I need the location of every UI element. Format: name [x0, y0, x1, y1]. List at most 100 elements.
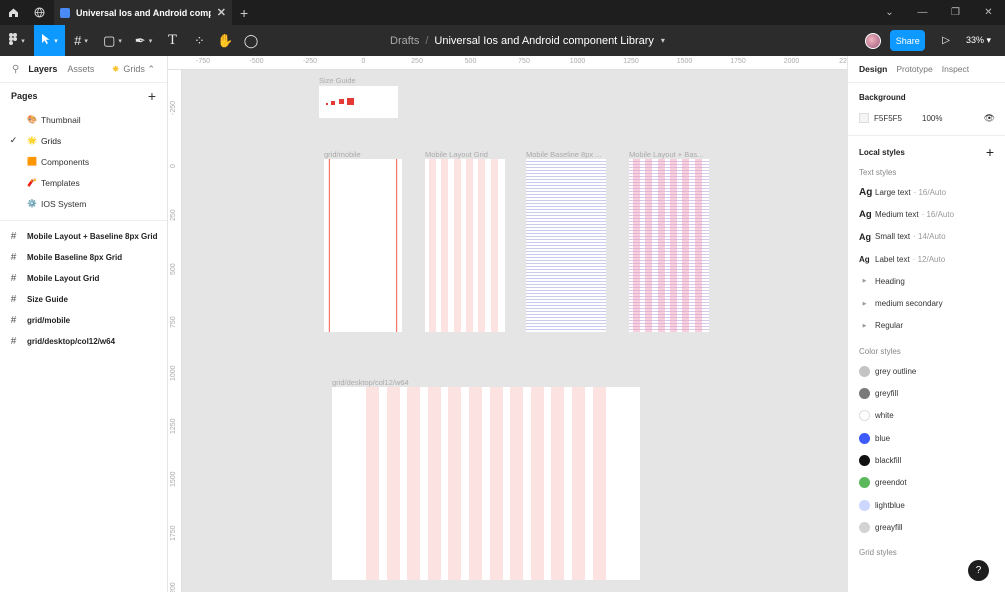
color-style-item[interactable]: lightblue [848, 494, 1005, 516]
current-page-selector[interactable]: ✸ Grids ⌃ [112, 64, 155, 75]
text-style-item[interactable]: Ag Large text · 16/Auto [848, 181, 1005, 203]
frame-mobile-layout-baseline[interactable] [629, 159, 709, 332]
text-style-group[interactable]: ▶ medium secondary [848, 292, 1005, 314]
color-style-item[interactable]: greayfill [848, 516, 1005, 538]
page-item[interactable]: 🟧 Components [0, 151, 167, 172]
resources-button[interactable]: ⁘ [186, 25, 213, 56]
color-swatch [859, 432, 870, 444]
frame-label-grid-mobile[interactable]: grid/mobile [324, 150, 361, 159]
frame-grid-desktop[interactable] [332, 387, 640, 580]
close-tab-icon[interactable]: ✕ [217, 6, 226, 19]
globe-icon[interactable] [26, 0, 52, 25]
frame-icon: # [74, 33, 82, 48]
new-tab-button[interactable]: + [240, 5, 248, 21]
pen-tool-button[interactable]: ✒ ▾ [128, 25, 159, 56]
window-controls: ⌄ — ❐ ✕ [873, 0, 1005, 25]
tab-title: Universal Ios and Android component L [76, 7, 211, 18]
figma-logo-icon [9, 33, 18, 48]
main-menu-button[interactable]: ▾ [0, 25, 34, 56]
layer-item[interactable]: # Size Guide [0, 289, 167, 310]
canvas[interactable]: -750 -500 -250 0 250 500 750 1000 1250 1500 1750 20… [168, 56, 847, 592]
hand-tool-button[interactable]: ✋ [213, 25, 238, 56]
tab-prototype[interactable]: Prototype [896, 64, 932, 74]
help-button[interactable]: ? [968, 560, 989, 581]
grid-column [366, 387, 379, 580]
file-name[interactable]: Universal Ios and Android component Libr… [434, 35, 654, 47]
frame-grid-mobile[interactable] [324, 159, 402, 332]
text-style-item[interactable]: Ag Label text · 12/Auto [848, 248, 1005, 270]
background-row[interactable]: F5F5F5 100% 👁 [848, 107, 1005, 129]
text-style-group[interactable]: ▶ Regular [848, 315, 1005, 337]
ruler-tick-label: 1500 [170, 471, 177, 488]
tab-inspect[interactable]: Inspect [942, 64, 969, 74]
layer-item[interactable]: # grid/desktop/col12/w64 [0, 331, 167, 352]
right-panel-tabs: Design Prototype Inspect [848, 56, 1005, 83]
color-style-item[interactable]: blackfill [848, 449, 1005, 471]
frame-mobile-baseline[interactable] [526, 159, 606, 332]
frame-size-guide[interactable] [319, 86, 398, 118]
frame-mobile-layout-grid[interactable] [425, 159, 505, 332]
zoom-level[interactable]: 33% ▾ [966, 35, 991, 46]
page-emoji-icon: 🎨 [27, 115, 37, 124]
frame-tool-button[interactable]: # ▾ [65, 25, 97, 56]
background-swatch[interactable] [859, 113, 869, 123]
shape-tool-button[interactable]: ▢ ▾ [97, 25, 128, 56]
color-style-item[interactable]: greyfill [848, 382, 1005, 404]
color-style-item[interactable]: blue [848, 427, 1005, 449]
frame-label-mobile-baseline[interactable]: Mobile Baseline 8px ... [526, 150, 601, 159]
move-tool-button[interactable]: ▾ [34, 25, 65, 56]
home-icon[interactable] [0, 0, 26, 25]
maximize-icon[interactable]: ❐ [939, 0, 972, 25]
chevron-down-icon[interactable]: ⌄ [873, 0, 906, 25]
grid-column [633, 159, 640, 332]
text-style-item[interactable]: Ag Medium text · 16/Auto [848, 203, 1005, 225]
avatar[interactable] [865, 32, 882, 49]
tab-assets[interactable]: Assets [67, 64, 94, 74]
chevron-down-icon[interactable]: ▾ [661, 36, 665, 45]
tab-layers[interactable]: Layers [28, 64, 57, 74]
text-tool-button[interactable]: T [159, 25, 186, 56]
frame-label-grid-desktop[interactable]: grid/desktop/col12/w64 [332, 378, 409, 387]
tab-design[interactable]: Design [859, 64, 887, 74]
text-groups-list: ▶ Heading ▶ medium secondary ▶ Regular [848, 270, 1005, 337]
add-style-button[interactable]: + [986, 144, 994, 160]
layer-item[interactable]: # Mobile Baseline 8px Grid [0, 247, 167, 268]
size-swatch [326, 103, 328, 105]
breadcrumb-drafts[interactable]: Drafts [390, 35, 419, 47]
share-button[interactable]: Share [890, 30, 926, 51]
page-item[interactable]: 🎨 Thumbnail [0, 109, 167, 130]
layer-item[interactable]: # Mobile Layout Grid [0, 268, 167, 289]
color-style-item[interactable]: greendot [848, 472, 1005, 494]
layer-item[interactable]: # grid/mobile [0, 310, 167, 331]
eye-icon[interactable]: 👁 [984, 113, 995, 124]
play-icon[interactable]: ▷ [942, 35, 950, 46]
ruler-tick-label: -750 [195, 58, 211, 65]
page-item[interactable]: ✓ 🌟 Grids [0, 130, 167, 151]
background-opacity[interactable]: 100% [922, 114, 942, 123]
comment-tool-button[interactable]: ◯ [238, 25, 264, 56]
frame-label-mobile-layout-baseline[interactable]: Mobile Layout + Bas... [629, 150, 703, 159]
rectangle-icon: ▢ [103, 32, 116, 48]
page-item[interactable]: 🧨 Templates [0, 172, 167, 193]
color-style-item[interactable]: grey outline [848, 360, 1005, 382]
layer-label: Size Guide [27, 295, 68, 304]
file-tab[interactable]: Universal Ios and Android component L ✕ [54, 0, 232, 25]
search-icon[interactable]: ⚲ [12, 64, 19, 75]
add-page-button[interactable]: + [148, 88, 156, 104]
frame-label-size-guide[interactable]: Size Guide [319, 76, 356, 85]
text-style-group[interactable]: ▶ Heading [848, 270, 1005, 292]
frame-label-mobile-layout-grid[interactable]: Mobile Layout Grid [425, 150, 488, 159]
grid-styles-title: Grid styles [859, 548, 897, 558]
layer-item[interactable]: # Mobile Layout + Baseline 8px Grid [0, 226, 167, 247]
minimize-icon[interactable]: — [906, 0, 939, 25]
ruler-tick-label: -250 [170, 100, 177, 115]
color-swatch [859, 365, 870, 377]
text-style-item[interactable]: Ag Small text · 14/Auto [848, 226, 1005, 248]
background-hex[interactable]: F5F5F5 [874, 114, 902, 123]
close-window-icon[interactable]: ✕ [972, 0, 1005, 25]
color-swatch [859, 454, 870, 466]
page-item[interactable]: ⚙️ IOS System [0, 193, 167, 214]
ruler-tick-label: 2000 [783, 58, 800, 65]
ruler-tick-label: 750 [518, 58, 530, 65]
color-style-item[interactable]: white [848, 405, 1005, 427]
